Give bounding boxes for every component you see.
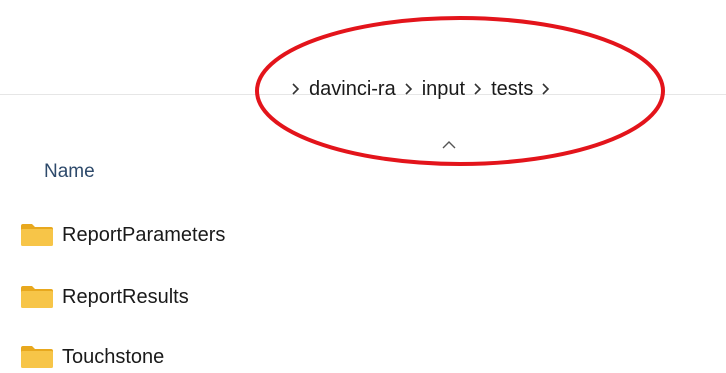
chevron-right-icon[interactable] [539,79,553,99]
breadcrumb-item-tests[interactable]: tests [491,75,533,103]
folder-icon [20,345,54,369]
chevron-right-icon[interactable] [402,79,416,99]
folder-icon [20,285,54,309]
chevron-right-icon[interactable] [471,79,485,99]
list-item[interactable]: ReportParameters [20,219,225,251]
column-header-name[interactable]: Name [44,159,95,185]
file-name: Touchstone [62,346,165,368]
breadcrumb-item-davinci-ra[interactable]: davinci-ra [309,75,396,103]
breadcrumb-item-input[interactable]: input [422,75,465,103]
folder-icon [20,223,54,247]
list-item[interactable]: Touchstone [20,341,164,373]
breadcrumb: davinci-ra input tests [283,75,559,103]
file-name: ReportResults [62,286,189,308]
chevron-right-icon[interactable] [289,79,303,99]
list-item[interactable]: ReportResults [20,281,189,313]
file-name: ReportParameters [62,224,226,246]
sort-ascending-icon[interactable] [441,139,457,151]
